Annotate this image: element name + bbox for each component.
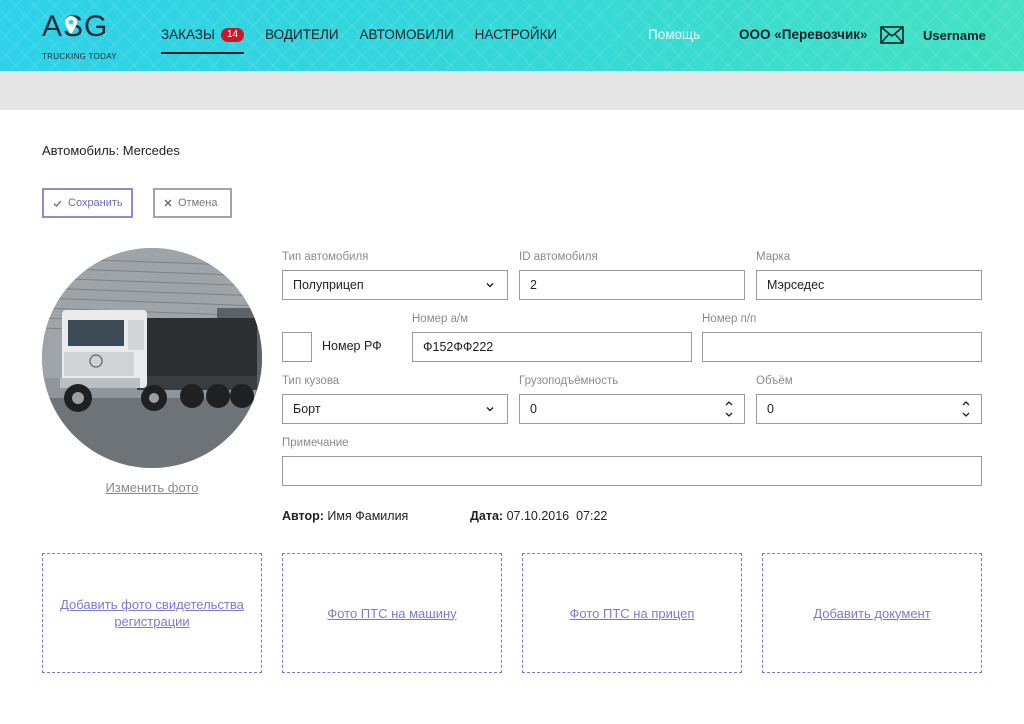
vehicle-id-input[interactable] [519,270,745,300]
company-name[interactable]: ООО «Перевозчик» [739,27,868,42]
nav-vehicles[interactable]: АВТОМОБИЛИ [360,27,454,54]
upload-document[interactable]: Добавить документ [762,553,982,673]
cancel-button[interactable]: Отмена [153,188,232,218]
cancel-button-label: Отмена [178,197,218,209]
brand-label: Марка [756,251,791,263]
note-input[interactable] [282,456,982,486]
volume-label: Объём [756,375,793,387]
subheader-bar [0,71,1024,110]
checkmark-icon [53,200,62,207]
brand-input[interactable] [756,270,982,300]
map-pin-icon [65,16,77,34]
date-label: Дата: [470,509,504,523]
help-link[interactable]: Помощь [648,27,700,42]
date-info: Дата: 07.10.2016 07:22 [470,509,607,523]
date-value: 07.10.2016 07:22 [506,509,608,523]
upload-pts-vehicle-link[interactable]: Фото ПТС на машину [313,605,470,622]
volume-value: 0 [767,402,774,416]
nav-settings-label: НАСТРОЙКИ [474,27,558,42]
body-type-select[interactable]: Борт [282,394,508,424]
change-photo-link[interactable]: Изменить фото [42,480,262,495]
plate-input[interactable] [412,332,692,362]
rf-number-checkbox[interactable] [282,332,312,362]
upload-pts-vehicle[interactable]: Фото ПТС на машину [282,553,502,673]
upload-registration-photo[interactable]: Добавить фото свидетельства регистрации [42,553,262,673]
page-title: Автомобиль: Mercedes [42,143,180,158]
nav-drivers-label: ВОДИТЕЛИ [265,27,339,42]
vehicle-type-value: Полуприцеп [293,278,364,292]
vehicle-id-label: ID автомобиля [519,251,598,263]
chevron-down-icon [486,283,494,288]
seq-number-input[interactable] [702,332,982,362]
nav-orders[interactable]: ЗАКАЗЫ 14 [161,27,245,54]
stepper-arrows-icon[interactable] [724,399,734,419]
rf-number-label: Номер РФ [322,339,382,353]
capacity-value: 0 [530,402,537,416]
nav-vehicles-label: АВТОМОБИЛИ [359,27,454,42]
author-info: Автор: Имя Фамилия [282,509,408,523]
body-type-label: Тип кузова [282,375,340,387]
upload-document-link[interactable]: Добавить документ [799,605,944,622]
close-icon [164,199,172,207]
nav-drivers[interactable]: ВОДИТЕЛИ [265,27,338,54]
upload-registration-link[interactable]: Добавить фото свидетельства регистрации [43,596,261,630]
upload-pts-trailer-link[interactable]: Фото ПТС на прицеп [556,605,709,622]
chevron-down-icon [486,407,494,412]
main-nav: ЗАКАЗЫ 14 ВОДИТЕЛИ АВТОМОБИЛИ НАСТРОЙКИ [161,27,578,54]
plate-label: Номер а/м [412,313,469,325]
stepper-arrows-icon[interactable] [961,399,971,419]
save-button[interactable]: Сохранить [42,188,133,218]
top-header: ASG TRUCKING TODAY ЗАКАЗЫ 14 ВОДИТЕЛИ АВ… [0,0,1024,71]
note-label: Примечание [282,437,349,449]
orders-count-badge: 14 [220,28,245,42]
nav-settings[interactable]: НАСТРОЙКИ [475,27,557,54]
volume-stepper[interactable]: 0 [756,394,982,424]
vehicle-photo [42,248,262,468]
logo-subtitle: TRUCKING TODAY [42,52,117,61]
logo[interactable]: ASG TRUCKING TODAY [42,12,118,62]
capacity-stepper[interactable]: 0 [519,394,745,424]
author-label: Автор: [282,509,324,523]
save-button-label: Сохранить [68,197,123,209]
seq-number-label: Номер п/п [702,313,757,325]
vehicle-type-label: Тип автомобиля [282,251,369,263]
nav-orders-label: ЗАКАЗЫ [161,27,215,42]
body-type-value: Борт [293,402,321,416]
truck-image [42,248,262,468]
capacity-label: Грузоподъёмность [519,375,619,387]
upload-pts-trailer[interactable]: Фото ПТС на прицеп [522,553,742,673]
username[interactable]: Username [923,28,986,43]
vehicle-type-select[interactable]: Полуприцеп [282,270,508,300]
envelope-icon[interactable] [880,26,904,44]
author-name: Имя Фамилия [327,509,409,523]
